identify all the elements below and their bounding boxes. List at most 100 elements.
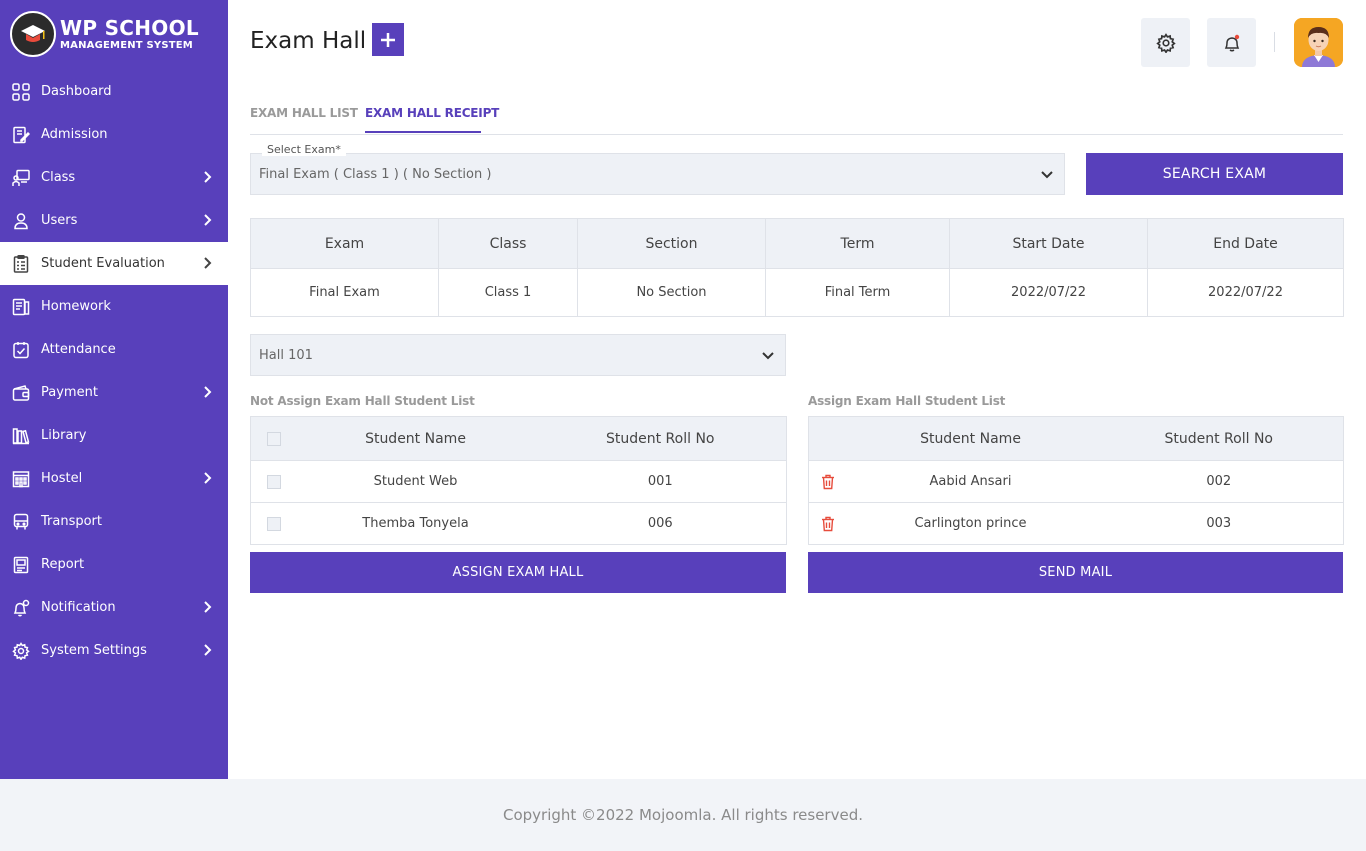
sidebar-item-student-evaluation[interactable]: Student Evaluation bbox=[0, 242, 228, 285]
sidebar-item-payment[interactable]: Payment bbox=[0, 371, 228, 414]
bell-icon bbox=[1224, 34, 1239, 51]
sidebar-item-label: System Settings bbox=[41, 643, 147, 658]
student-checkbox[interactable] bbox=[266, 516, 281, 531]
exam-details-table: Exam Class Section Term Start Date End D… bbox=[250, 218, 1344, 317]
table-row: Aabid Ansari 002 bbox=[808, 460, 1344, 503]
avatar[interactable] bbox=[1294, 18, 1343, 67]
sidebar-item-dashboard[interactable]: Dashboard bbox=[0, 70, 228, 113]
notifications-button[interactable] bbox=[1207, 18, 1256, 67]
chevron-right-icon bbox=[204, 644, 212, 656]
sidebar-item-users[interactable]: Users bbox=[0, 199, 228, 242]
column-header-roll-no: Student Roll No bbox=[1094, 416, 1344, 461]
select-exam-dropdown[interactable]: Final Exam ( Class 1 ) ( No Section ) bbox=[250, 153, 1065, 195]
page-title: Exam Hall bbox=[250, 28, 367, 54]
cell-roll-no: 002 bbox=[1094, 460, 1344, 503]
cell-student-name: Carlington prince bbox=[846, 502, 1095, 545]
sidebar-item-label: Transport bbox=[41, 514, 103, 529]
sidebar-item-notification[interactable]: Notification bbox=[0, 586, 228, 629]
edit-document-icon bbox=[11, 125, 31, 145]
cell-section: No Section bbox=[577, 268, 766, 317]
column-header-student-name: Student Name bbox=[296, 416, 535, 461]
settings-button[interactable] bbox=[1141, 18, 1190, 67]
sidebar-item-label: Class bbox=[41, 170, 76, 185]
sidebar-item-label: Report bbox=[41, 557, 85, 572]
table-row: Final Exam Class 1 No Section Final Term… bbox=[250, 268, 1344, 317]
clipboard-list-icon bbox=[11, 254, 31, 274]
chevron-right-icon bbox=[204, 171, 212, 183]
column-header-student-name: Student Name bbox=[846, 416, 1095, 461]
table-row: Student Web 001 bbox=[250, 460, 787, 503]
chevron-down-icon bbox=[762, 352, 774, 360]
action-header-cell bbox=[808, 416, 847, 461]
sidebar-item-label: Hostel bbox=[41, 471, 83, 486]
table-row: Themba Tonyela 006 bbox=[250, 502, 787, 545]
column-header-section: Section bbox=[577, 218, 766, 269]
user-avatar-icon bbox=[1294, 18, 1343, 67]
logo-subtitle: MANAGEMENT SYSTEM bbox=[60, 39, 193, 51]
header-divider bbox=[1274, 32, 1275, 52]
cell-end-date: 2022/07/22 bbox=[1147, 268, 1344, 317]
cell-roll-no: 001 bbox=[534, 460, 787, 503]
trash-icon[interactable] bbox=[821, 516, 835, 532]
search-exam-button[interactable]: SEARCH EXAM bbox=[1086, 153, 1343, 195]
trash-icon[interactable] bbox=[821, 474, 835, 490]
sidebar-item-transport[interactable]: Transport bbox=[0, 500, 228, 543]
sidebar-item-system-settings[interactable]: System Settings bbox=[0, 629, 228, 672]
sidebar-item-hostel[interactable]: Hostel bbox=[0, 457, 228, 500]
select-all-checkbox[interactable] bbox=[266, 431, 281, 446]
assigned-title: Assign Exam Hall Student List bbox=[808, 394, 1006, 408]
tab-exam-hall-list[interactable]: EXAM HALL LIST bbox=[250, 106, 358, 120]
sidebar-item-label: Notification bbox=[41, 600, 116, 615]
footer: Copyright ©2022 Mojoomla. All rights res… bbox=[0, 779, 1366, 851]
gear-icon bbox=[1155, 32, 1176, 53]
column-header-term: Term bbox=[765, 218, 950, 269]
table-header-row: Student Name Student Roll No bbox=[250, 416, 787, 461]
logo-title: WP SCHOOL bbox=[60, 15, 199, 40]
table-row: Carlington prince 003 bbox=[808, 502, 1344, 545]
sidebar-item-label: Users bbox=[41, 213, 78, 228]
cell-roll-no: 003 bbox=[1094, 502, 1344, 545]
active-tab-indicator bbox=[365, 131, 481, 133]
column-header-start-date: Start Date bbox=[949, 218, 1148, 269]
sidebar-item-admission[interactable]: Admission bbox=[0, 113, 228, 156]
sidebar-item-class[interactable]: Class bbox=[0, 156, 228, 199]
assigned-student-table: Student Name Student Roll No Aabid Ansar… bbox=[808, 416, 1344, 545]
cell-student-name: Themba Tonyela bbox=[296, 502, 535, 545]
sidebar-item-label: Payment bbox=[41, 385, 98, 400]
send-mail-button[interactable]: SEND MAIL bbox=[808, 552, 1343, 593]
sidebar-item-label: Attendance bbox=[41, 342, 116, 357]
not-assigned-student-table: Student Name Student Roll No Student Web… bbox=[250, 416, 787, 545]
assign-exam-hall-button[interactable]: ASSIGN EXAM HALL bbox=[250, 552, 786, 593]
cell-student-name: Aabid Ansari bbox=[846, 460, 1095, 503]
action-cell bbox=[808, 460, 847, 503]
sidebar-item-label: Student Evaluation bbox=[41, 256, 165, 271]
sidebar-item-report[interactable]: Report bbox=[0, 543, 228, 586]
wallet-icon bbox=[11, 383, 31, 403]
sidebar-item-label: Library bbox=[41, 428, 87, 443]
select-all-cell bbox=[250, 416, 297, 461]
column-header-roll-no: Student Roll No bbox=[534, 416, 787, 461]
chevron-right-icon bbox=[204, 472, 212, 484]
cell-start-date: 2022/07/22 bbox=[949, 268, 1148, 317]
school-logo-icon bbox=[10, 11, 56, 57]
checkbox-cell bbox=[250, 460, 297, 503]
chevron-right-icon bbox=[204, 257, 212, 269]
grid-icon bbox=[11, 82, 31, 102]
building-icon bbox=[11, 469, 31, 489]
user-icon bbox=[11, 211, 31, 231]
sidebar: WP SCHOOL MANAGEMENT SYSTEM Dashboard Ad… bbox=[0, 0, 228, 779]
sidebar-item-homework[interactable]: Homework bbox=[0, 285, 228, 328]
hall-select-dropdown[interactable]: Hall 101 bbox=[250, 334, 786, 376]
calendar-check-icon bbox=[11, 340, 31, 360]
app-logo[interactable]: WP SCHOOL MANAGEMENT SYSTEM bbox=[10, 11, 199, 57]
select-exam-value: Final Exam ( Class 1 ) ( No Section ) bbox=[259, 166, 492, 182]
sidebar-item-library[interactable]: Library bbox=[0, 414, 228, 457]
sidebar-item-attendance[interactable]: Attendance bbox=[0, 328, 228, 371]
cell-class: Class 1 bbox=[438, 268, 578, 317]
tab-exam-hall-receipt[interactable]: EXAM HALL RECEIPT bbox=[365, 106, 499, 120]
select-exam-label: Select Exam* bbox=[262, 143, 346, 156]
copyright-text: Copyright ©2022 Mojoomla. All rights res… bbox=[502, 806, 863, 824]
classroom-icon bbox=[11, 168, 31, 188]
add-exam-hall-button[interactable] bbox=[372, 23, 404, 56]
student-checkbox[interactable] bbox=[266, 474, 281, 489]
